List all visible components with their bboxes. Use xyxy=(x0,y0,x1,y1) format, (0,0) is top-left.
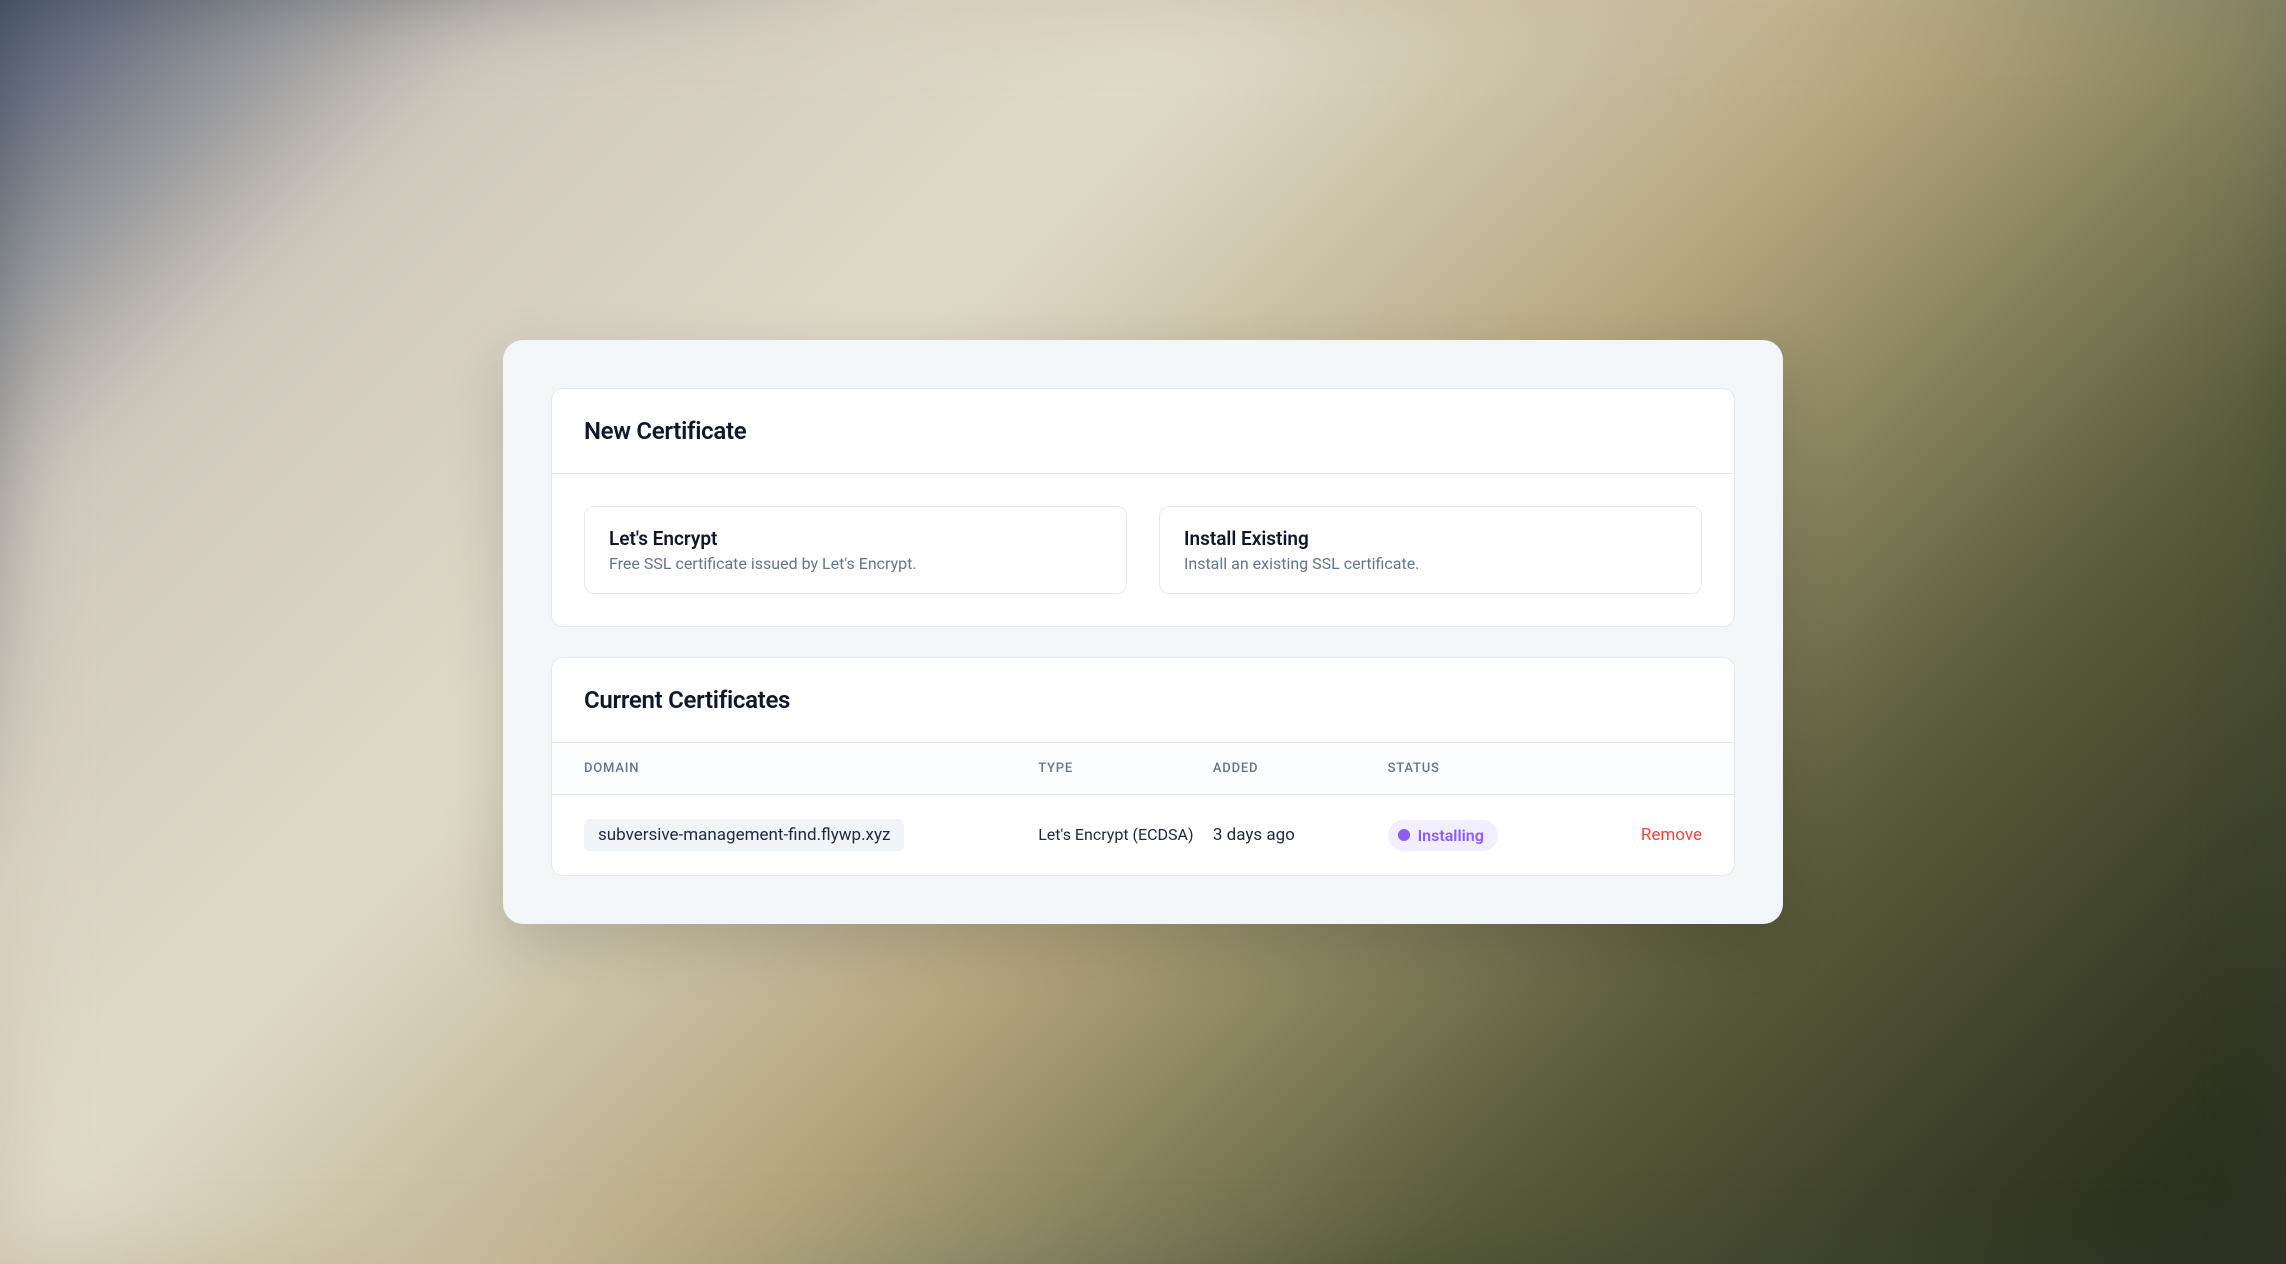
lets-encrypt-desc: Free SSL certificate issued by Let's Enc… xyxy=(609,554,1102,573)
certificates-table-head: DOMAIN TYPE ADDED STATUS xyxy=(552,743,1734,795)
certificate-options-row: Let's Encrypt Free SSL certificate issue… xyxy=(584,506,1702,594)
new-certificate-card: New Certificate Let's Encrypt Free SSL c… xyxy=(551,388,1735,627)
domain-chip: subversive-management-find.flywp.xyz xyxy=(584,819,904,851)
status-dot-icon xyxy=(1398,829,1410,841)
column-domain: DOMAIN xyxy=(584,761,1038,776)
status-cell: Installing xyxy=(1388,820,1580,851)
new-certificate-title: New Certificate xyxy=(584,417,1702,445)
install-existing-title: Install Existing xyxy=(1184,527,1677,550)
remove-button[interactable]: Remove xyxy=(1641,825,1702,845)
column-actions xyxy=(1580,761,1702,776)
column-type: TYPE xyxy=(1038,761,1213,776)
added-cell: 3 days ago xyxy=(1213,825,1388,845)
status-badge: Installing xyxy=(1388,820,1498,851)
new-certificate-header: New Certificate xyxy=(552,389,1734,474)
install-existing-desc: Install an existing SSL certificate. xyxy=(1184,554,1677,573)
current-certificates-header: Current Certificates xyxy=(552,658,1734,743)
type-cell: Let's Encrypt (ECDSA) xyxy=(1038,824,1213,846)
install-existing-option[interactable]: Install Existing Install an existing SSL… xyxy=(1159,506,1702,594)
domain-cell: subversive-management-find.flywp.xyz xyxy=(584,819,1038,851)
lets-encrypt-title: Let's Encrypt xyxy=(609,527,1102,550)
current-certificates-card: Current Certificates DOMAIN TYPE ADDED S… xyxy=(551,657,1735,876)
lets-encrypt-option[interactable]: Let's Encrypt Free SSL certificate issue… xyxy=(584,506,1127,594)
column-status: STATUS xyxy=(1388,761,1580,776)
certificates-panel: New Certificate Let's Encrypt Free SSL c… xyxy=(503,340,1783,924)
table-row: subversive-management-find.flywp.xyz Let… xyxy=(552,795,1734,875)
new-certificate-body: Let's Encrypt Free SSL certificate issue… xyxy=(552,474,1734,626)
current-certificates-title: Current Certificates xyxy=(584,686,1702,714)
status-text: Installing xyxy=(1418,826,1484,845)
actions-cell: Remove xyxy=(1580,825,1702,845)
column-added: ADDED xyxy=(1213,761,1388,776)
